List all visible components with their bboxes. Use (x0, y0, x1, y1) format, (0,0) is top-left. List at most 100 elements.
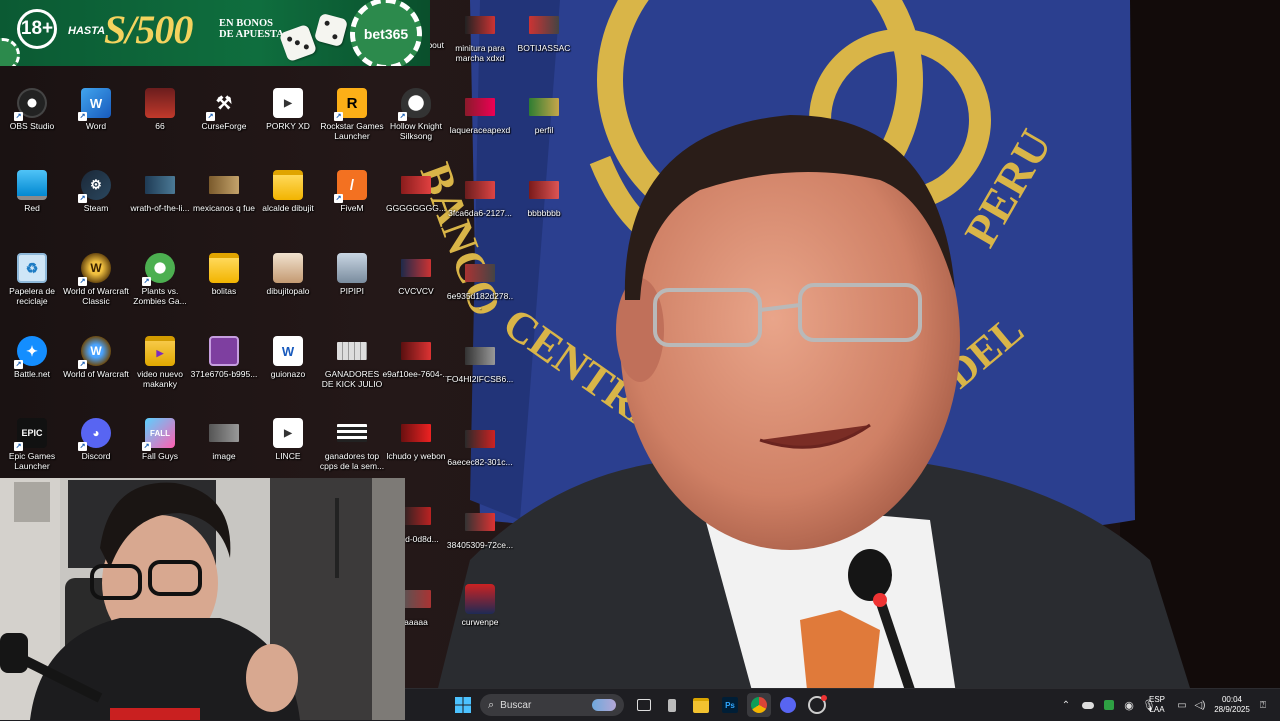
desktop-icon-hollow-knight[interactable]: Hollow Knight Silksong (384, 88, 448, 141)
desktop-icon-recycle-bin[interactable]: ♻ Papelera de reciclaje (0, 253, 64, 306)
desktop-icon-wow-classic[interactable]: W World of Warcraft Classic (63, 253, 129, 306)
desktop-icon-wow[interactable]: W World of Warcraft (63, 336, 129, 379)
desktop-icon-alcalde[interactable]: alcalde dibujit (256, 170, 320, 213)
chevron-up-icon: ⌃ (1061, 699, 1071, 711)
clock[interactable]: 00:04 28/9/2025 (1210, 695, 1254, 715)
discord-icon (780, 697, 796, 713)
casino-chip-icon (0, 38, 20, 66)
image-thumbnail-icon (465, 181, 495, 199)
onedrive-tray-button[interactable] (1079, 693, 1097, 717)
task-view-icon (637, 699, 651, 711)
desktop-icon-label: Rockstar Games Launcher (320, 121, 384, 141)
search-icon: ⌕ (488, 698, 495, 711)
notification-dot-icon (821, 695, 827, 701)
desktop-icon-label: PIPIPI (339, 286, 365, 296)
desktop-icon-label: World of Warcraft (63, 369, 129, 379)
desktop-icon-fo4hi2[interactable]: FO4HI2IFCSB6... (447, 341, 513, 384)
taskbar-search-box[interactable]: ⌕ (480, 694, 624, 716)
desktop-icon-cvcvcv[interactable]: CVCVCV (384, 253, 448, 296)
discord-taskbar-button[interactable] (776, 693, 800, 717)
desktop-icon-ganadores-kick[interactable]: GANADORES DE KICK JULIO (320, 336, 384, 389)
image-thumbnail-icon (337, 253, 367, 283)
network-tray-button[interactable]: ▭ (1173, 693, 1191, 717)
widgets-icon (668, 698, 676, 712)
desktop-icon-wrath[interactable]: wrath-of-the-li... (128, 170, 192, 213)
desktop-icon-label: image (212, 451, 236, 461)
desktop-icon-image[interactable]: image (192, 418, 256, 461)
search-input[interactable] (498, 698, 591, 712)
desktop-icon-obs-studio[interactable]: OBS Studio (0, 88, 64, 131)
desktop-icon-lchudo[interactable]: lchudo y webon (384, 418, 448, 461)
desktop-icon-mexicanos[interactable]: mexicanos q fue (192, 170, 256, 213)
volume-tray-button[interactable]: ◁) (1191, 693, 1209, 717)
desktop-icon-fivem[interactable]: / FiveM (320, 170, 384, 213)
desktop-icon-ggggg[interactable]: GGGGGGGG... (384, 170, 448, 213)
desktop-icon-dibujitopalo[interactable]: dibujitopalo (256, 253, 320, 296)
file-explorer-icon (693, 697, 709, 713)
file-explorer-button[interactable] (689, 693, 713, 717)
desktop-icon-label: Steam (83, 203, 109, 213)
widgets-button[interactable] (660, 693, 684, 717)
image-thumbnail-icon (465, 584, 495, 614)
desktop-icon-label: World of Warcraft Classic (63, 286, 129, 306)
desktop-icon-red[interactable]: Red (0, 170, 64, 213)
recycle-bin-icon: ♻ (17, 253, 47, 283)
age-badge: 18+ (17, 9, 57, 49)
start-button[interactable] (451, 693, 475, 717)
desktop-icon-battle-net[interactable]: ✦ Battle.net (0, 336, 64, 379)
desktop-icon-66[interactable]: 66 (128, 88, 192, 131)
desktop-icon-6aecec82[interactable]: 6aecec82-301c... (447, 424, 513, 467)
desktop-icon-curseforge[interactable]: ⚒ CurseForge (192, 88, 256, 132)
world-of-warcraft-icon: W (78, 253, 111, 286)
video-file-icon: ▶ (273, 88, 303, 118)
desktop-icon-rockstar[interactable]: R Rockstar Games Launcher (320, 88, 384, 141)
desktop-icon-fall-guys[interactable]: FALL Fall Guys (128, 418, 192, 461)
desktop-icon-epic-games[interactable]: EPIC Epic Games Launcher (0, 418, 64, 471)
desktop-icon-bolitas[interactable]: bolitas (192, 253, 256, 296)
language-indicator[interactable]: ESP LAA (1146, 695, 1168, 715)
image-thumbnail-icon (465, 98, 495, 116)
desktop-icon-pvz[interactable]: Plants vs. Zombies Ga... (128, 253, 192, 306)
desktop-icon-label: BOTIJASSAC (517, 43, 571, 53)
photoshop-button[interactable]: Ps (718, 693, 742, 717)
desktop-icon-label: Word (85, 121, 107, 131)
desktop-icon-guionazo[interactable]: W guionazo (256, 336, 320, 379)
show-hidden-icons-button[interactable]: ⌃ (1057, 693, 1075, 717)
search-highlight-icon (592, 699, 617, 711)
desktop-icon-perfil[interactable]: perfil (512, 92, 576, 135)
desktop-icon-label: 66 (155, 121, 165, 131)
security-tray-button[interactable] (1100, 693, 1118, 717)
keyboard-layout: LAA (1149, 705, 1165, 714)
desktop-icon-38405309[interactable]: 38405309-72ce... (447, 507, 513, 550)
desktop-icon-porky-xd[interactable]: ▶ PORKY XD (256, 88, 320, 131)
task-view-button[interactable] (632, 693, 656, 717)
ad-amount: S/500 (104, 7, 193, 52)
desktop-icon-lince[interactable]: ▶ LINCE (256, 418, 320, 461)
desktop-icon-botijassac[interactable]: BOTIJASSAC (512, 10, 576, 53)
hollow-knight-icon (398, 88, 431, 121)
desktop-icon-laqueraceapexd[interactable]: laqueraceapexd (448, 92, 512, 135)
desktop-icon-video-nuevo[interactable]: ▶ video nuevo makanky (128, 336, 192, 389)
desktop-icon-discord[interactable]: ◕ Discord (64, 418, 128, 461)
desktop-icon-bbbbbbb[interactable]: bbbbbbb (512, 175, 576, 218)
desktop-icon-e9af10ee[interactable]: e9af10ee-7604-... (382, 336, 450, 379)
desktop-icon-label: alcalde dibujit (262, 203, 314, 213)
shield-icon (1104, 700, 1114, 710)
chrome-button[interactable] (747, 693, 771, 717)
desktop-icon-6e935d[interactable]: 6e935d182d278... (447, 258, 513, 311)
desktop-icon-word[interactable]: W Word (64, 88, 128, 131)
app-tray-button[interactable]: ◉ (1120, 693, 1138, 717)
desktop-icon-steam[interactable]: ⚙ Steam (64, 170, 128, 213)
desktop-icon-curwenpe[interactable]: curwenpe (448, 584, 512, 627)
desktop-icon-minitura[interactable]: minitura para marcha xdxd (448, 10, 512, 63)
desktop-icon-371e6705[interactable]: 371e6705-b995... (191, 336, 257, 379)
desktop-icon-ganadores-top[interactable]: ganadores top cpps de la sem... (320, 418, 384, 471)
desktop-icon-pipipi[interactable]: PIPIPI (320, 253, 384, 296)
bet365-ad-banner[interactable]: 18+ HASTA S/500 EN BONOS DE APUESTA bet3… (0, 0, 430, 66)
desktop-icon-3fca6da6[interactable]: 3fca6da6-2127... (448, 175, 512, 218)
notifications-button[interactable]: ⍰ (1254, 693, 1272, 717)
image-thumbnail-icon (465, 264, 495, 282)
steam-taskbar-button[interactable] (805, 693, 829, 717)
desktop-icon-label: curwenpe (461, 617, 499, 627)
desktop-icon-label: laqueraceapexd (449, 125, 511, 135)
